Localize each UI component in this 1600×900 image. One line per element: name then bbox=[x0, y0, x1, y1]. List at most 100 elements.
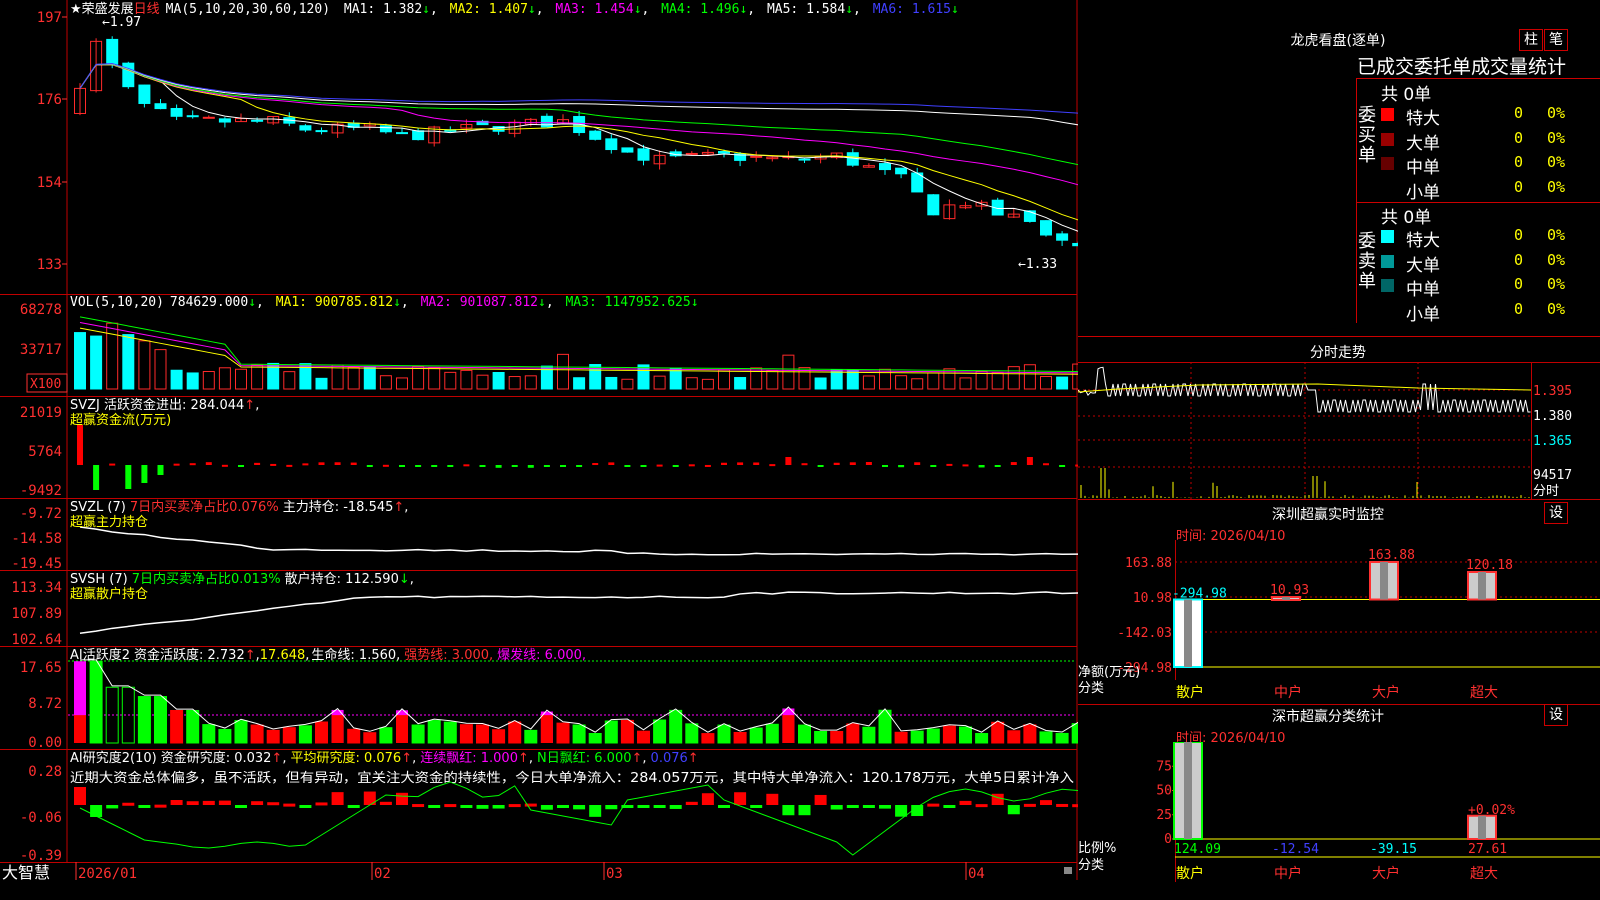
fund-flow-bar bbox=[399, 465, 405, 467]
sell-row-3: 小单 0 0% bbox=[1381, 300, 1600, 325]
sz-class-value: 27.61 bbox=[1468, 842, 1507, 857]
ytick-main-1: 176 bbox=[37, 92, 62, 108]
volume-bar bbox=[347, 367, 360, 390]
activity-bar bbox=[476, 724, 489, 744]
candle-body bbox=[1040, 220, 1052, 236]
activity-bar bbox=[717, 724, 731, 744]
svzj-header: SVZJ 活跃资金进出: 284.044↑, bbox=[70, 397, 259, 413]
fund-flow-bar bbox=[125, 465, 132, 489]
volume-bar bbox=[766, 370, 779, 390]
activity-bar bbox=[798, 724, 811, 744]
sz-monitor-chart[interactable]: 163.8810.98-142.03-294.98-294.98 10.93163… bbox=[1078, 540, 1600, 705]
research-bar bbox=[428, 805, 441, 808]
sz-class-bar-label: +0.02% bbox=[1468, 803, 1515, 818]
fund-flow-bar bbox=[1026, 457, 1033, 465]
ytick-ai2-2: -0.39 bbox=[20, 848, 62, 864]
research-bar bbox=[653, 805, 666, 808]
sell-row-pct: 0% bbox=[1547, 275, 1566, 293]
research-bar bbox=[701, 793, 714, 805]
intraday-chart[interactable]: 1.395 1.380 1.365 94517 分时 bbox=[1078, 362, 1600, 500]
volume-bar bbox=[492, 372, 505, 390]
research-bar bbox=[782, 805, 795, 816]
volume-bar bbox=[959, 377, 972, 390]
ai-activity-bars bbox=[68, 659, 1078, 744]
sz-monitor-value: -294.98 bbox=[1172, 587, 1227, 602]
sz-class-ytick: 0 bbox=[1164, 832, 1172, 847]
svzl-header: SVZL (7) 7日内买卖净占比0.076% 主力持仓: -18.545↑, bbox=[70, 499, 408, 515]
volume-bar bbox=[74, 332, 86, 390]
research-bar bbox=[669, 805, 682, 809]
sz-monitor-ytick: 163.88 bbox=[1125, 556, 1172, 571]
buy-row-pct: 0% bbox=[1547, 177, 1566, 196]
research-bar bbox=[299, 805, 312, 808]
volume-bar bbox=[331, 364, 344, 390]
fund-flow-bar bbox=[817, 465, 824, 467]
research-bar bbox=[830, 805, 843, 810]
sz-monitor-ylabel: 净额(万元) bbox=[1078, 665, 1140, 680]
research-bar bbox=[895, 805, 908, 817]
activity-bar bbox=[154, 696, 167, 744]
volume-bar bbox=[444, 371, 457, 390]
fund-flow-bar bbox=[978, 465, 985, 468]
candle-body bbox=[251, 119, 264, 122]
lhb-stats-header: 已成交委托单成交量统计 bbox=[1357, 56, 1567, 78]
fund-flow-bar bbox=[608, 462, 615, 465]
ytick-vol-0: 68278 bbox=[20, 302, 62, 318]
volume-bar bbox=[991, 372, 1004, 390]
fund-flow-bar bbox=[1059, 465, 1066, 467]
research-bar bbox=[347, 805, 360, 808]
fund-flow-bar bbox=[334, 462, 341, 465]
activity-bar bbox=[347, 728, 361, 744]
research-bar bbox=[862, 805, 875, 808]
sell-row-value: 0 bbox=[1514, 226, 1524, 244]
candle-body bbox=[138, 84, 151, 104]
ytick-svsh-1: 107.89 bbox=[11, 606, 62, 622]
candle-body bbox=[718, 150, 730, 154]
ytick-svsh-2: 102.64 bbox=[11, 632, 62, 648]
bar-view-button[interactable]: 柱 bbox=[1519, 29, 1543, 51]
activity-bar bbox=[862, 726, 876, 744]
activity-bar bbox=[492, 729, 506, 744]
volume-bar bbox=[862, 375, 875, 390]
fund-flow-bar bbox=[785, 457, 792, 465]
activity-bar bbox=[556, 722, 570, 744]
activity-bar bbox=[701, 733, 715, 744]
fund-flow-bar bbox=[704, 464, 711, 467]
ytick-ai1-0: 17.65 bbox=[20, 660, 62, 676]
research-bar bbox=[122, 802, 135, 806]
research-bar bbox=[74, 787, 86, 805]
research-bar bbox=[138, 805, 151, 808]
fund-flow-bar bbox=[463, 464, 470, 467]
fund-flow-bar bbox=[898, 465, 905, 468]
candle-body bbox=[379, 125, 392, 133]
buy-row-0: 特大 0 0% bbox=[1381, 104, 1600, 129]
research-bar bbox=[943, 805, 956, 808]
sz-class-settings-button[interactable]: 设 bbox=[1544, 704, 1568, 726]
research-bar bbox=[637, 805, 650, 808]
research-bar bbox=[379, 801, 392, 805]
volume-bar bbox=[718, 369, 730, 390]
research-bar bbox=[202, 800, 215, 805]
activity-bar bbox=[218, 728, 232, 744]
volume-bar bbox=[283, 371, 296, 390]
ytick-main-0: 197 bbox=[37, 10, 62, 26]
sz-monitor-settings-button[interactable]: 设 bbox=[1544, 502, 1568, 524]
activity-bar bbox=[588, 733, 602, 744]
research-bar bbox=[975, 804, 988, 808]
lock-icon[interactable] bbox=[1064, 867, 1072, 874]
fund-flow-bar bbox=[994, 465, 1001, 467]
sz-monitor-category: 散户 bbox=[1176, 684, 1204, 701]
buy-row-value: 0 bbox=[1514, 177, 1524, 196]
fund-flow-bar bbox=[141, 465, 148, 483]
sz-class-ylabel: 比例% bbox=[1078, 841, 1116, 856]
kline-chart-area[interactable]: 197 176 154 133 68278 33717 21019 5764 -… bbox=[0, 0, 1078, 900]
ai1-header: AI活跃度2 资金活跃度: 2.732↑,17.648, 生命线: 1.560, 强势… bbox=[70, 647, 586, 663]
candle-body bbox=[299, 125, 312, 131]
sz-class-chart[interactable]: 75 50 25 0 +0.02% 124.09 -12.54 -39.15 27.61 比例% 分… bbox=[1078, 742, 1600, 900]
svsh-subtitle: 超赢散户持仓 bbox=[70, 586, 148, 602]
sz-class-ytick: 50 bbox=[1156, 784, 1172, 799]
sz-monitor-bar-shade bbox=[1478, 571, 1486, 600]
sz-class-ytick: 25 bbox=[1156, 808, 1172, 823]
candle-body bbox=[1056, 233, 1069, 241]
tick-view-button[interactable]: 笔 bbox=[1544, 29, 1568, 51]
